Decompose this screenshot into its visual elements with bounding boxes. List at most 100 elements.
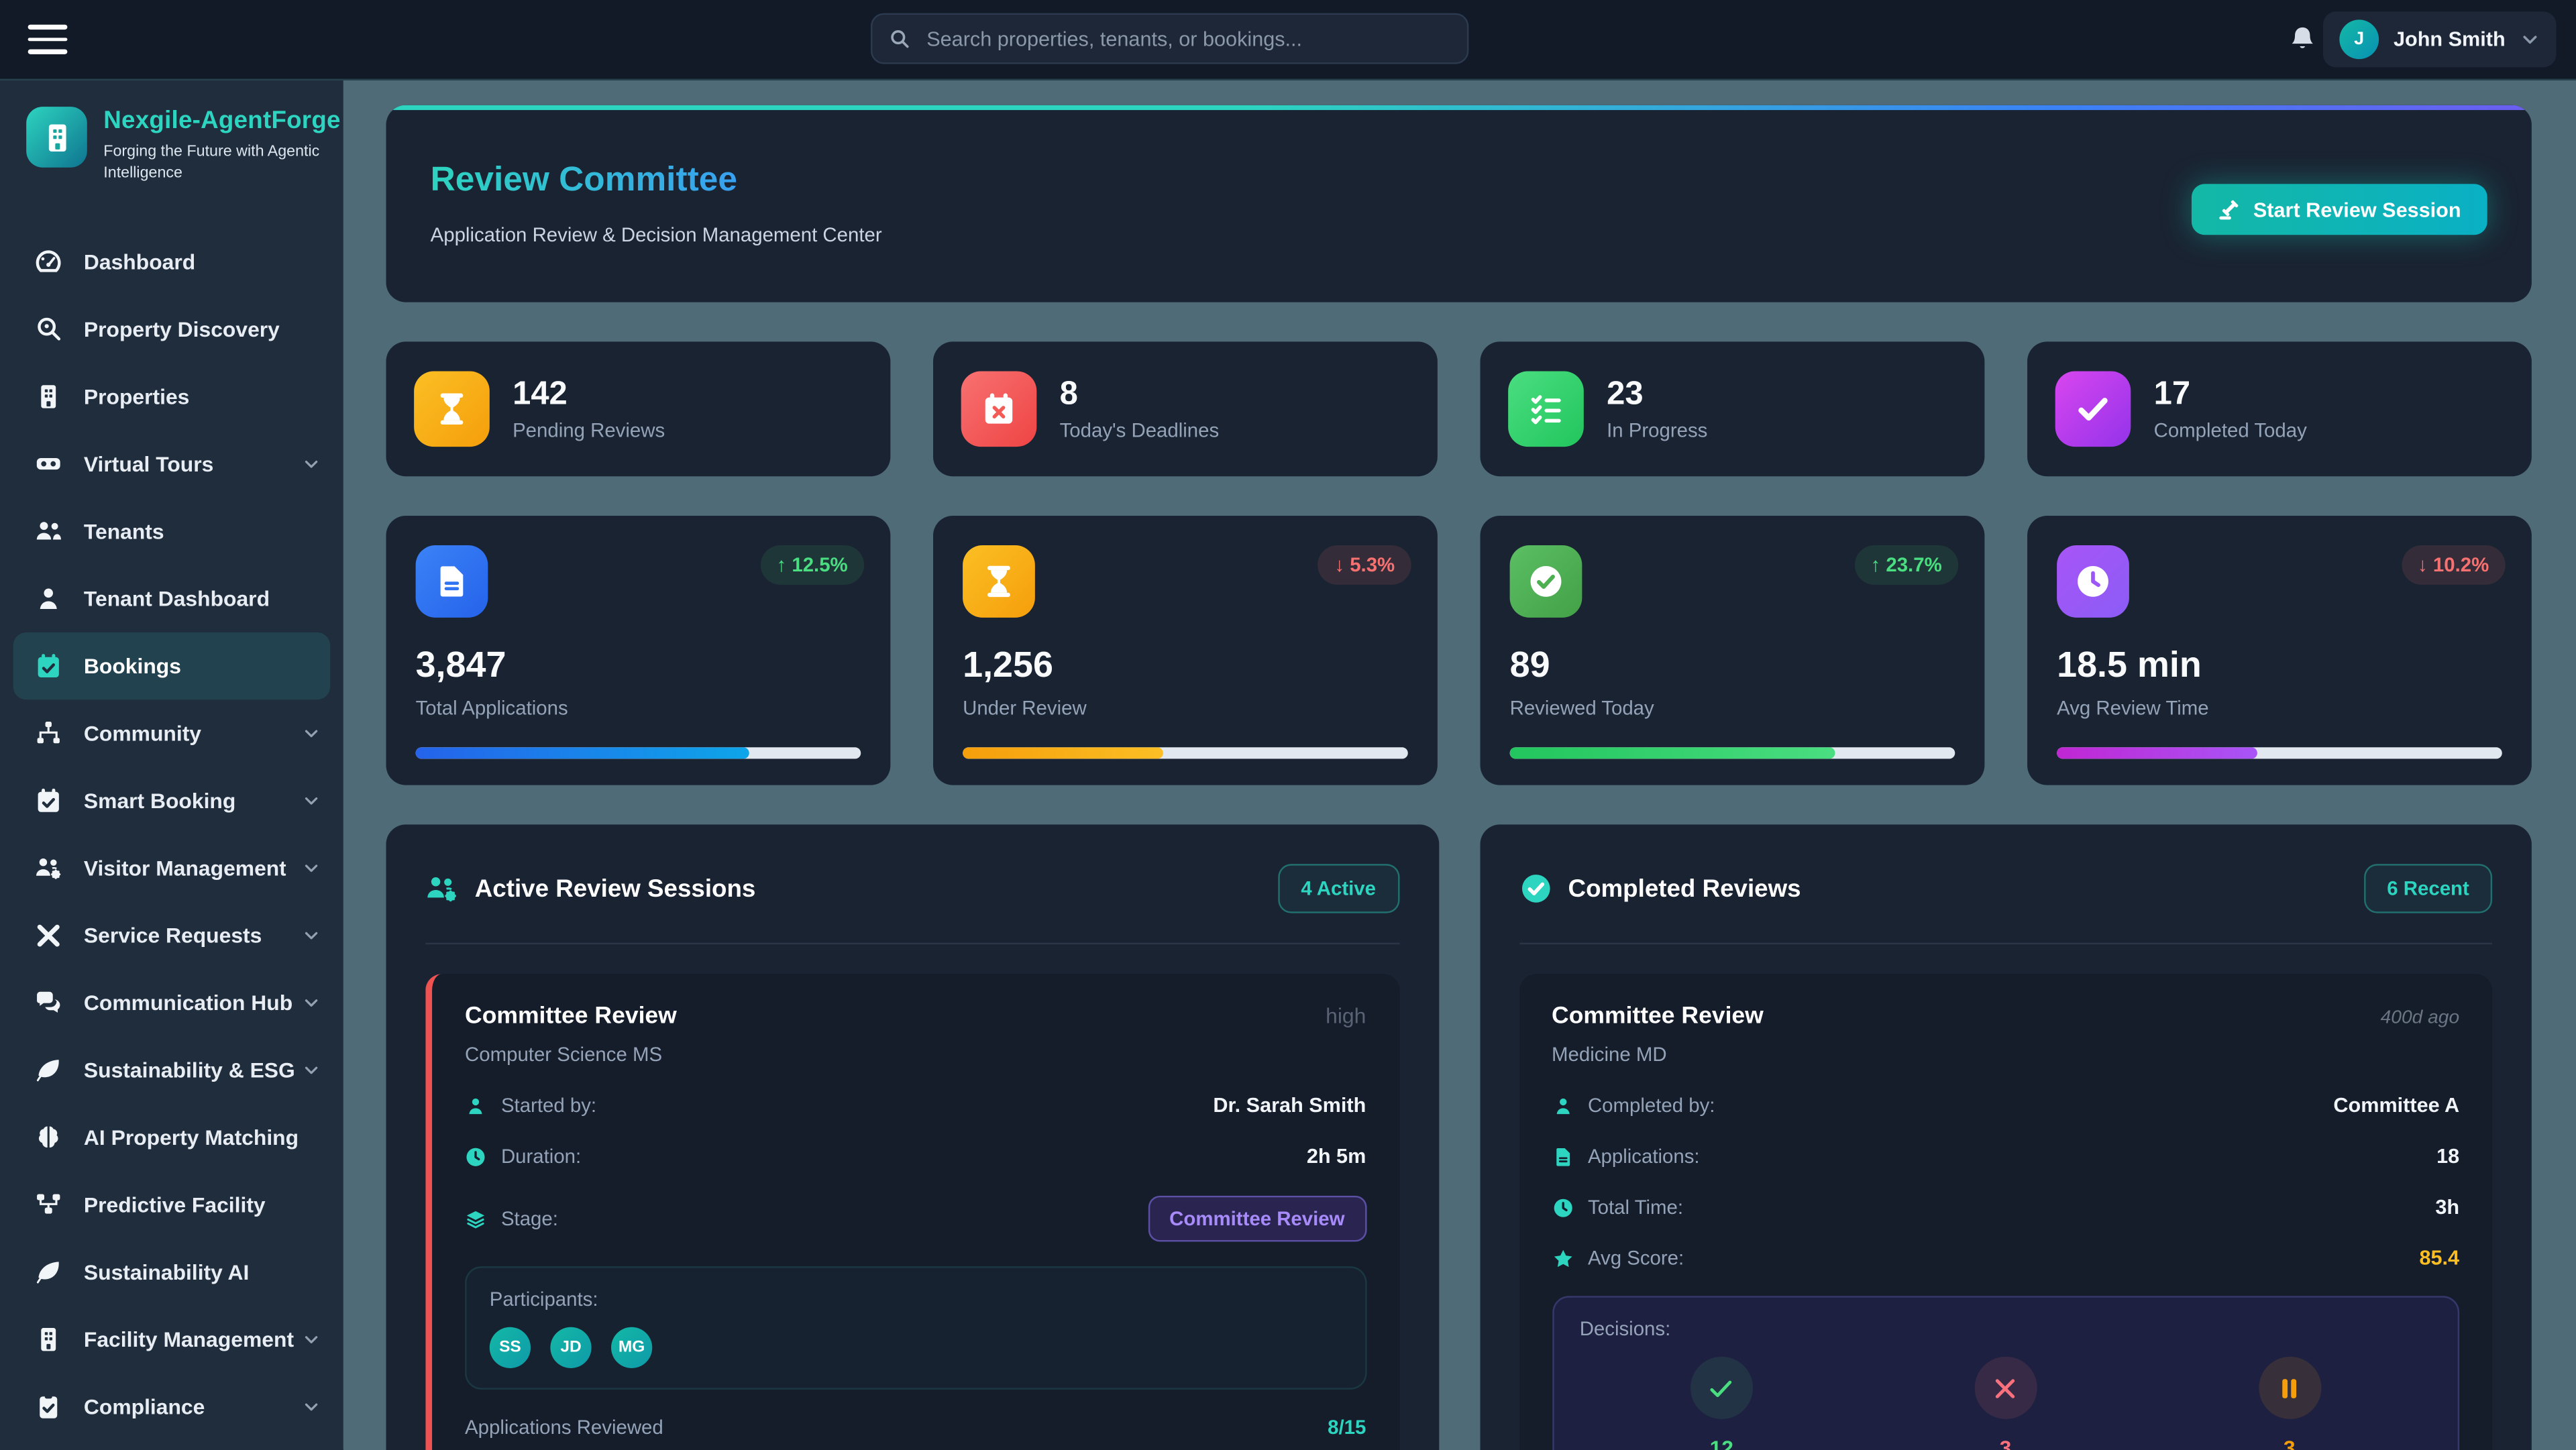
completed-card: Committee Review 400d ago Medicine MD Co… xyxy=(1519,974,2492,1450)
stat-value: 3,847 xyxy=(416,644,861,687)
brand: Nexgile-AgentForge Forging the Future wi… xyxy=(0,80,343,201)
decision-count: 3 xyxy=(2284,1435,2296,1450)
sidebar-item-tenant-dashboard[interactable]: Tenant Dashboard xyxy=(0,564,343,631)
decisions-box: Decisions: 12 3 xyxy=(1552,1296,2459,1450)
completed-row-applications: Applications: 18 xyxy=(1552,1145,2459,1168)
stat-card-under-review: ↓ 5.3% 1,256 Under Review xyxy=(933,516,1438,785)
delta-badge: ↓ 10.2% xyxy=(2402,545,2506,585)
stat-icon-tile xyxy=(416,545,488,618)
sidebar-item-property-discovery[interactable]: Property Discovery xyxy=(0,295,343,362)
session-row-started-by: Started by: Dr. Sarah Smith xyxy=(465,1094,1366,1117)
sidebar-item-communication-hub[interactable]: Communication Hub xyxy=(0,968,343,1036)
leaf-icon xyxy=(34,1258,62,1286)
completed-reviews-panel: Completed Reviews 6 Recent Committee Rev… xyxy=(1479,824,2532,1450)
app: J John Smith Nexgile-AgentForge Forging … xyxy=(0,0,2576,1449)
hourglass-icon xyxy=(981,563,1017,600)
notifications-bell-icon[interactable] xyxy=(2288,23,2316,54)
hamburger-menu-icon[interactable] xyxy=(28,25,68,54)
stat-label: In Progress xyxy=(1607,419,1707,441)
sidebar-item-label: Service Requests xyxy=(84,922,262,947)
sidebar-item-label: Predictive Facility xyxy=(84,1192,266,1217)
sidebar-item-label: Property Discovery xyxy=(84,317,280,341)
stat-label: Reviewed Today xyxy=(1510,696,1955,719)
stat-label: Total Applications xyxy=(416,696,861,719)
sidebar-item-dashboard[interactable]: Dashboard xyxy=(0,227,343,294)
stat-icon-tile xyxy=(961,371,1037,447)
sidebar-item-ai-property-matching[interactable]: AI Property Matching xyxy=(0,1103,343,1170)
session-row-duration: Duration: 2h 5m xyxy=(465,1145,1366,1168)
circle-check-icon xyxy=(1528,563,1564,600)
main-content: Review Committee Application Review & De… xyxy=(343,80,2576,1450)
sidebar-item-predictive-facility[interactable]: Predictive Facility xyxy=(0,1170,343,1237)
chat-bubbles-icon xyxy=(34,988,62,1016)
stat-card-avg-review-time: ↓ 10.2% 18.5 min Avg Review Time xyxy=(2027,516,2532,785)
chevron-down-icon xyxy=(2520,30,2540,49)
stage-badge: Committee Review xyxy=(1148,1196,1366,1242)
progress-label: Applications Reviewed xyxy=(465,1416,663,1439)
sidebar-item-sustainability-ai[interactable]: Sustainability AI xyxy=(0,1238,343,1305)
sidebar-item-label: Smart Booking xyxy=(84,788,235,813)
active-count-badge[interactable]: 4 Active xyxy=(1278,864,1399,913)
circle-check-icon xyxy=(1519,872,1552,905)
completed-title: Committee Review xyxy=(1552,1003,1764,1029)
recent-count-badge[interactable]: 6 Recent xyxy=(2364,864,2492,913)
leaf-icon xyxy=(34,1056,62,1084)
sidebar-item-label: AI Property Matching xyxy=(84,1125,299,1150)
sidebar-item-properties[interactable]: Properties xyxy=(0,362,343,429)
sidebar-item-label: Communication Hub xyxy=(84,990,292,1015)
chevron-down-icon xyxy=(303,724,321,742)
building-icon xyxy=(34,1325,62,1353)
completed-row-total-time: Total Time: 3h xyxy=(1552,1196,2459,1219)
time-ago: 400d ago xyxy=(2381,1009,2459,1028)
divider xyxy=(1519,943,2492,944)
users-gear-icon xyxy=(425,872,458,905)
progress-bar xyxy=(416,747,861,759)
participants-box: Participants: SS JD MG xyxy=(465,1266,1366,1390)
progress-value: 8/15 xyxy=(1328,1416,1366,1439)
active-sessions-panel: Active Review Sessions 4 Active Committe… xyxy=(386,824,1439,1450)
sidebar-item-sustainability-esg[interactable]: Sustainability & ESG xyxy=(0,1036,343,1103)
users-icon xyxy=(34,516,62,545)
session-card: Committee Review high Computer Science M… xyxy=(425,974,1399,1450)
divider xyxy=(425,943,1399,944)
page-title: Review Committee xyxy=(431,161,737,201)
sidebar-item-tenants[interactable]: Tenants xyxy=(0,497,343,564)
stat-label: Completed Today xyxy=(2154,419,2307,441)
sidebar-item-bookings[interactable]: Bookings xyxy=(13,632,331,699)
row-value: 2h 5m xyxy=(1307,1145,1366,1168)
row-label: Total Time: xyxy=(1588,1196,1683,1219)
chevron-down-icon xyxy=(303,926,321,944)
sidebar-item-community[interactable]: Community xyxy=(0,699,343,766)
sidebar-item-visitor-management[interactable]: Visitor Management xyxy=(0,834,343,901)
sidebar-item-label: Virtual Tours xyxy=(84,451,213,476)
chevron-down-icon xyxy=(303,791,321,809)
calendar-check-icon xyxy=(34,651,62,679)
chevron-down-icon xyxy=(303,993,321,1011)
brain-icon xyxy=(34,1123,62,1151)
user-name: John Smith xyxy=(2394,28,2506,51)
decision-count: 3 xyxy=(2000,1435,2012,1450)
stat-value: 142 xyxy=(513,376,665,414)
sidebar-item-label: Bookings xyxy=(84,653,181,678)
sidebar-item-label: Tenant Dashboard xyxy=(84,585,270,610)
panel-title: Completed Reviews xyxy=(1568,875,1801,903)
sidebar-item-facility-management[interactable]: Facility Management xyxy=(0,1305,343,1372)
stat-label: Under Review xyxy=(963,696,1408,719)
sidebar-nav: Dashboard Property Discovery Properties … xyxy=(0,227,343,1439)
sidebar-item-compliance[interactable]: Compliance xyxy=(0,1372,343,1439)
page-subtitle: Application Review & Decision Management… xyxy=(431,223,882,246)
stat-icon-tile xyxy=(414,371,490,447)
clock-icon xyxy=(2075,563,2111,600)
row-value: 3h xyxy=(2435,1196,2459,1219)
sidebar-item-smart-booking[interactable]: Smart Booking xyxy=(0,767,343,834)
stat-icon-tile xyxy=(2057,545,2129,618)
row-value: 85.4 xyxy=(2420,1247,2460,1270)
user-menu[interactable]: J John Smith xyxy=(2323,11,2557,67)
users-gear-icon xyxy=(34,853,62,881)
sidebar-item-service-requests[interactable]: Service Requests xyxy=(0,901,343,968)
sidebar-item-virtual-tours[interactable]: Virtual Tours xyxy=(0,430,343,497)
search-input[interactable] xyxy=(923,25,1450,52)
session-program: Computer Science MS xyxy=(465,1043,1366,1066)
start-review-session-button[interactable]: Start Review Session xyxy=(2191,184,2487,235)
chevron-down-icon xyxy=(303,1330,321,1348)
